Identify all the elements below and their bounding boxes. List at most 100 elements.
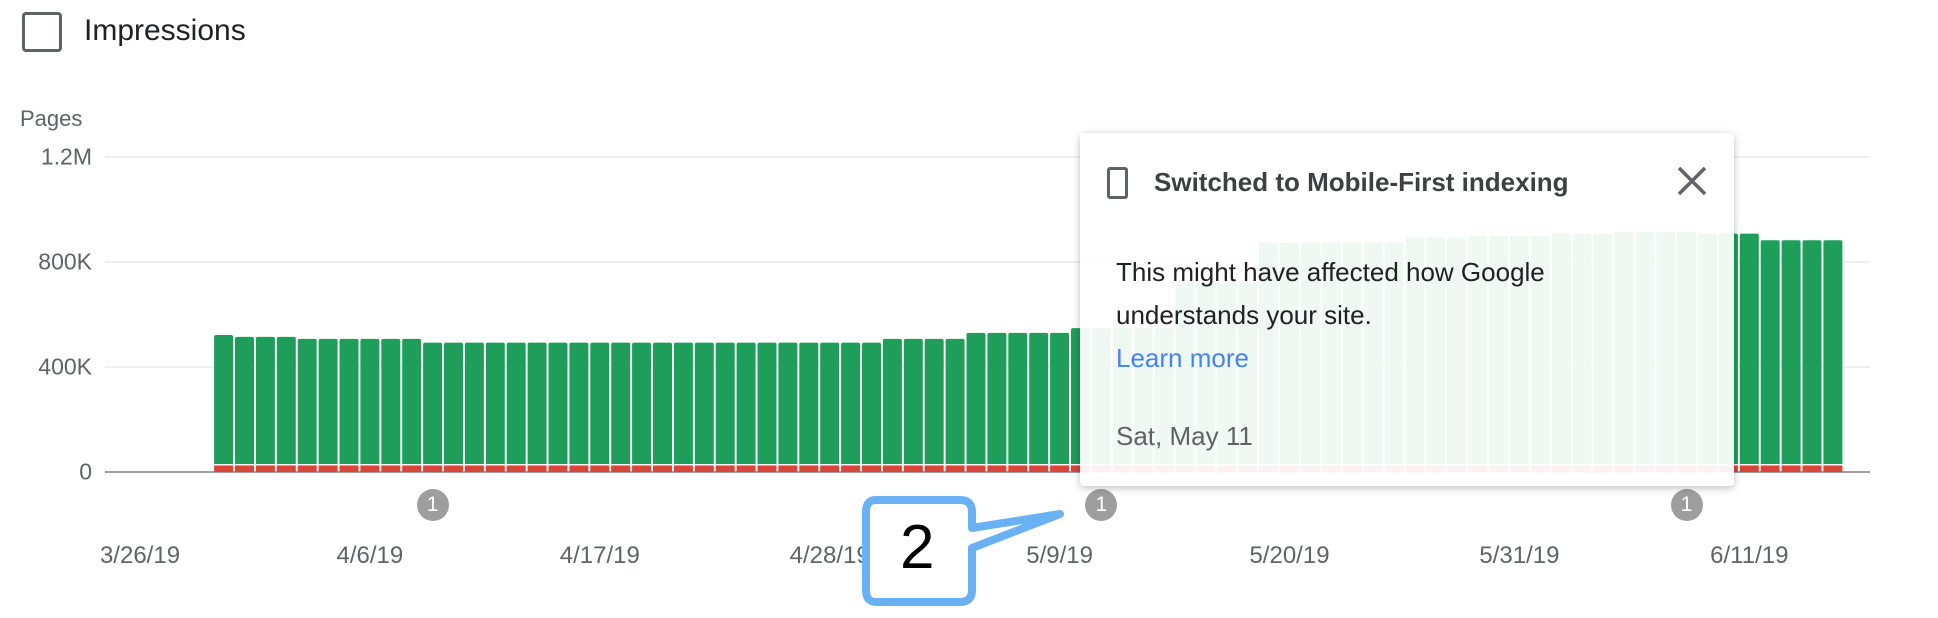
bar-valid[interactable] [235,336,254,464]
bar-error[interactable] [381,465,401,472]
bar-valid[interactable] [1781,240,1801,464]
bar-error[interactable] [736,465,756,472]
annotation-marker[interactable]: 1 [1670,489,1703,521]
bar-error[interactable] [966,465,986,472]
bar-error[interactable] [778,465,798,472]
bar-error[interactable] [569,465,589,472]
bar-error[interactable] [444,465,463,472]
bar-valid[interactable] [506,342,526,464]
bar-error[interactable] [1029,465,1049,472]
bar-valid[interactable] [903,338,923,464]
bar-valid[interactable] [318,338,338,464]
bar-error[interactable] [673,465,693,472]
bar-valid[interactable] [590,342,610,464]
bar-valid[interactable] [924,338,944,464]
bar-valid[interactable] [214,334,234,464]
bar-error[interactable] [1781,465,1801,472]
bar-valid[interactable] [715,342,735,464]
bar-valid[interactable] [1739,233,1759,464]
learn-more-link[interactable]: Learn more [1116,337,1249,380]
bar-error[interactable] [1823,465,1843,472]
bar-valid[interactable] [987,332,1007,464]
bar-error[interactable] [214,465,234,472]
bar-valid[interactable] [381,338,401,464]
bar-valid[interactable] [402,338,422,464]
bar-valid[interactable] [255,336,275,464]
bar-error[interactable] [1050,465,1070,472]
bar-error[interactable] [1802,465,1822,472]
bar-valid[interactable] [444,342,463,464]
bar-valid[interactable] [653,342,672,464]
bar-valid[interactable] [736,342,756,464]
bar-error[interactable] [715,465,735,472]
bar-valid[interactable] [297,338,317,464]
bar-error[interactable] [276,465,296,472]
bar-error[interactable] [506,465,526,472]
bar-error[interactable] [590,465,610,472]
bar-valid[interactable] [569,342,589,464]
bar-error[interactable] [485,465,505,472]
bar-valid[interactable] [1029,332,1049,464]
y-tick-label: 0 [79,458,92,485]
bar-error[interactable] [924,465,944,472]
bar-error[interactable] [820,465,840,472]
bar-valid[interactable] [1008,332,1028,464]
bar-error[interactable] [235,465,254,472]
bar-error[interactable] [1008,465,1028,472]
bar-error[interactable] [339,465,359,472]
bar-valid[interactable] [778,342,798,464]
bar-error[interactable] [402,465,422,472]
bar-valid[interactable] [1802,240,1822,464]
bar-error[interactable] [360,465,380,472]
bar-valid[interactable] [423,342,443,464]
bar-error[interactable] [464,465,484,472]
bar-error[interactable] [757,465,777,472]
bar-valid[interactable] [276,336,296,464]
bar-valid[interactable] [360,338,380,464]
bar-valid[interactable] [841,342,861,464]
bar-error[interactable] [632,465,652,472]
close-icon[interactable] [1670,159,1714,203]
bar-valid[interactable] [339,338,359,464]
bar-error[interactable] [653,465,672,472]
bar-error[interactable] [548,465,568,472]
bar-error[interactable] [945,465,965,472]
bar-error[interactable] [862,465,881,472]
bar-valid[interactable] [1760,240,1780,464]
annotation-tooltip: Switched to Mobile-First indexing This m… [1080,133,1734,486]
bar-valid[interactable] [820,342,840,464]
bar-error[interactable] [694,465,714,472]
bar-error[interactable] [318,465,338,472]
bar-error[interactable] [1739,465,1759,472]
annotation-marker[interactable]: 1 [1085,489,1118,521]
bar-valid[interactable] [673,342,693,464]
bar-error[interactable] [987,465,1007,472]
bar-valid[interactable] [966,332,986,464]
bar-valid[interactable] [945,338,965,464]
bar-valid[interactable] [799,342,819,464]
bar-error[interactable] [423,465,443,472]
bar-error[interactable] [255,465,275,472]
bar-valid[interactable] [611,342,631,464]
bar-valid[interactable] [1823,240,1843,464]
annotation-marker[interactable]: 1 [416,489,449,521]
bar-valid[interactable] [862,342,881,464]
bar-valid[interactable] [1050,332,1070,464]
bar-error[interactable] [903,465,923,472]
bar-valid[interactable] [757,342,777,464]
bar-valid[interactable] [485,342,505,464]
bar-error[interactable] [799,465,819,472]
tooltip-date: Sat, May 11 [1116,421,1253,451]
bar-valid[interactable] [527,342,547,464]
bar-error[interactable] [882,465,902,472]
bar-error[interactable] [297,465,317,472]
bar-error[interactable] [527,465,547,472]
bar-valid[interactable] [548,342,568,464]
bar-valid[interactable] [694,342,714,464]
bar-valid[interactable] [464,342,484,464]
bar-error[interactable] [611,465,631,472]
bar-error[interactable] [1760,465,1780,472]
bar-error[interactable] [841,465,861,472]
bar-valid[interactable] [882,338,902,464]
bar-valid[interactable] [632,342,652,464]
